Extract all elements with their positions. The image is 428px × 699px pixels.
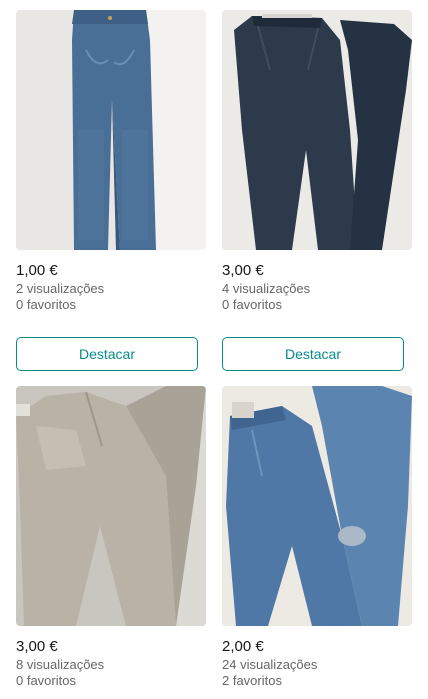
- item-favorites: 0 favoritos: [16, 297, 76, 312]
- item-favorites: 2 favoritos: [222, 673, 282, 688]
- item-card[interactable]: 1,00 € 2 visualizações 0 favoritos Desta…: [16, 10, 206, 371]
- item-photo[interactable]: [222, 386, 412, 626]
- item-grid: 1,00 € 2 visualizações 0 favoritos Desta…: [0, 0, 428, 699]
- item-photo[interactable]: [222, 10, 412, 250]
- item-favorites: 0 favoritos: [222, 297, 282, 312]
- item-card[interactable]: 3,00 € 8 visualizações 0 favoritos: [16, 386, 206, 689]
- bump-button[interactable]: Destacar: [16, 337, 198, 371]
- item-card[interactable]: 2,00 € 24 visualizações 2 favoritos: [222, 386, 412, 689]
- item-views: 24 visualizações: [222, 657, 318, 672]
- item-photo[interactable]: [16, 386, 206, 626]
- item-photo[interactable]: [16, 10, 206, 250]
- item-price: 3,00 €: [222, 262, 264, 279]
- item-card[interactable]: 3,00 € 4 visualizações 0 favoritos Desta…: [222, 10, 412, 371]
- item-price: 2,00 €: [222, 638, 264, 655]
- item-favorites: 0 favoritos: [16, 673, 76, 688]
- item-price: 1,00 €: [16, 262, 58, 279]
- item-views: 4 visualizações: [222, 281, 311, 296]
- item-price: 3,00 €: [16, 638, 58, 655]
- item-views: 8 visualizações: [16, 657, 105, 672]
- item-views: 2 visualizações: [16, 281, 105, 296]
- bump-button[interactable]: Destacar: [222, 337, 404, 371]
